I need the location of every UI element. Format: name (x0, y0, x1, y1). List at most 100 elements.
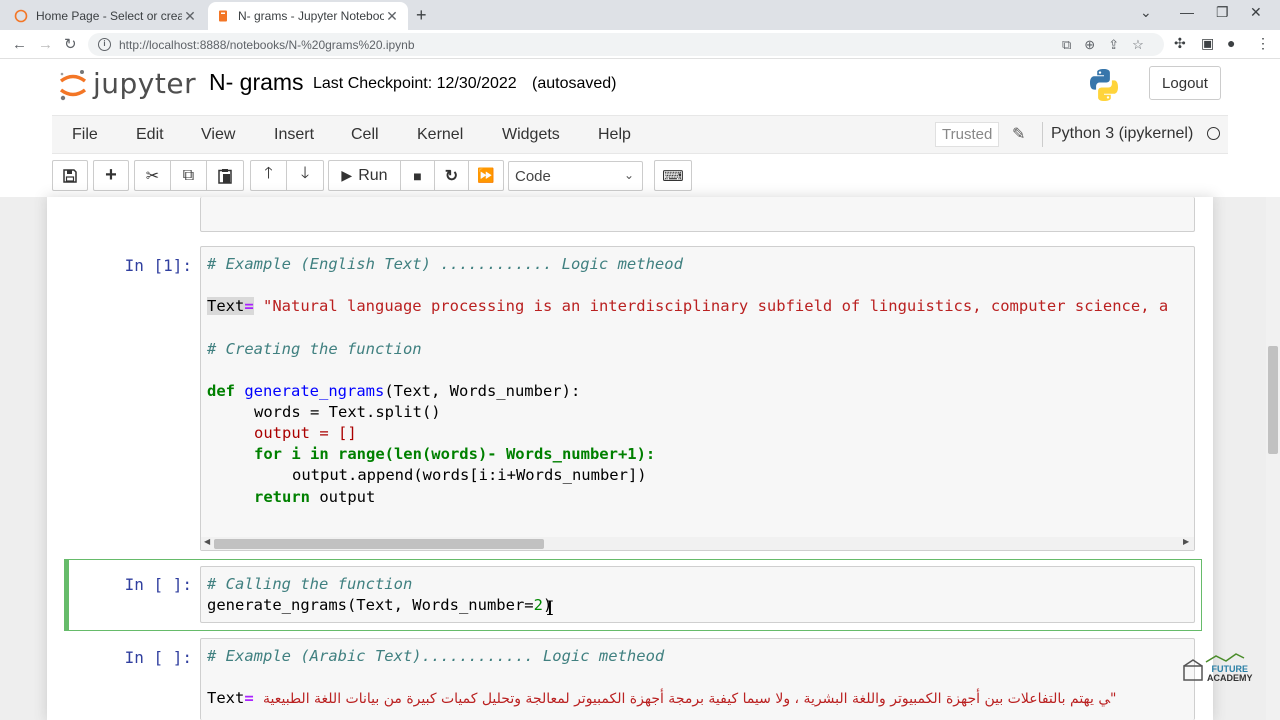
copy-button[interactable]: ⧉ (171, 161, 207, 190)
horizontal-scrollbar-thumb[interactable] (214, 539, 544, 549)
code-line: Text= ﻲ ﻳﻬﺘﻢ ﺑﺎﻟﺘﻔﺎﻋﻼﺕ ﺑﻴﻦ ﺃﺟﻬﺰﺓ ﺍﻟﻜﻤﺒﻴﻮ… (207, 689, 1117, 707)
stop-icon: ■ (413, 167, 422, 184)
restart-icon: ↻ (444, 167, 459, 185)
menu-insert[interactable]: Insert (274, 126, 314, 144)
bookmark-star-icon[interactable]: ☆ (1132, 37, 1144, 53)
code-line: words = Text.split() (254, 403, 441, 421)
watermark-line-2: ACADEMY (1207, 673, 1253, 683)
kernel-idle-indicator-icon (1207, 127, 1220, 140)
side-panel-icon[interactable]: ▣ (1201, 35, 1214, 52)
code-line: # Creating the function (207, 340, 422, 358)
code-line: def generate_ngrams(Text, Words_number): (207, 382, 581, 400)
paste-icon (218, 168, 232, 184)
menu-kernel[interactable]: Kernel (417, 126, 463, 144)
restart-run-all-button[interactable]: ⏩ (469, 161, 503, 190)
browser-tab-notebook[interactable]: N- grams - Jupyter Notebook ✕ (208, 2, 408, 30)
last-checkpoint: Last Checkpoint: 12/30/2022 (313, 75, 517, 92)
previous-cell-input[interactable] (200, 197, 1195, 232)
menu-help[interactable]: Help (598, 126, 631, 144)
browser-menu-icon[interactable]: ⋮ (1256, 35, 1270, 52)
copy-icon: ⧉ (182, 166, 195, 184)
close-window-icon[interactable]: ✕ (1250, 4, 1262, 21)
run-button[interactable]: ▶ Run (329, 161, 401, 190)
save-icon (63, 168, 77, 183)
kernel-name[interactable]: Python 3 (ipykernel) (1051, 125, 1193, 143)
jupyter-brand[interactable]: jupyter (93, 67, 196, 100)
code-line: output.append(words[i:i+Words_number]) (292, 466, 647, 484)
code-cell-input[interactable]: # Calling the function generate_ngrams(T… (200, 566, 1195, 623)
scroll-right-icon[interactable]: ▶ (1183, 537, 1189, 546)
translate-icon[interactable]: ⧉ (1062, 37, 1071, 53)
run-group: ▶ Run ■ ↻ ⏩ (328, 160, 504, 191)
paste-button[interactable] (207, 161, 243, 190)
clipboard-group: ✂ ⧉ (134, 160, 244, 191)
run-label: Run (358, 166, 388, 184)
code-line: # Example (Arabic Text)............ Logi… (207, 647, 665, 665)
url-field[interactable]: i http://localhost:8888/notebooks/N-%20g… (88, 33, 1164, 56)
browser-tab-title: Home Page - Select or create a n (36, 9, 182, 23)
scissors-icon: ✂ (145, 167, 160, 185)
future-academy-watermark: FUTURE ACADEMY (1207, 665, 1253, 683)
code-line: output = [] (254, 424, 357, 442)
profile-avatar-icon[interactable]: ● (1227, 35, 1235, 51)
share-icon[interactable]: ⇪ (1108, 37, 1119, 53)
move-down-button[interactable]: 🡓 (287, 161, 323, 190)
code-line: # Example (English Text) ............ Lo… (207, 255, 683, 273)
jupyter-logo-icon[interactable] (58, 68, 88, 102)
restart-button[interactable]: ↻ (435, 161, 469, 190)
code-line: return output (254, 488, 376, 506)
code-line: Text= "Natural language processing is an… (207, 297, 1169, 315)
back-icon[interactable]: ← (12, 36, 27, 53)
browser-tab-title: N- grams - Jupyter Notebook (238, 9, 384, 23)
extensions-icon[interactable]: ✣ (1174, 35, 1186, 52)
close-tab-icon[interactable]: ✕ (182, 8, 198, 25)
cut-button[interactable]: ✂ (135, 161, 171, 190)
move-up-button[interactable]: 🡑 (251, 161, 287, 190)
text-cursor-icon: Ι (546, 596, 554, 620)
cell-prompt: In [1]: (124, 256, 192, 275)
notebook-favicon-icon (219, 10, 227, 22)
insert-cell-button[interactable]: + (93, 160, 129, 191)
code-cell-input[interactable]: # Example (English Text) ............ Lo… (200, 246, 1195, 551)
minimize-icon[interactable]: — (1180, 4, 1194, 20)
tab-search-icon[interactable]: ⌄ (1140, 4, 1152, 21)
cell-type-select[interactable]: Code ⌄ (508, 161, 643, 191)
fast-forward-icon: ⏩ (477, 167, 495, 183)
menu-file[interactable]: File (72, 126, 98, 144)
site-info-icon[interactable]: i (98, 38, 111, 51)
zoom-icon[interactable]: ⊕ (1084, 37, 1095, 53)
code-line: for i in range(len(words)- Words_number+… (254, 445, 656, 463)
plus-icon: + (105, 164, 117, 186)
code-cell-input[interactable]: # Example (Arabic Text)............ Logi… (200, 638, 1195, 720)
menu-edit[interactable]: Edit (136, 126, 164, 144)
menu-widgets[interactable]: Widgets (502, 126, 560, 144)
jupyter-favicon-icon (14, 9, 28, 23)
python-logo-icon (1090, 69, 1118, 101)
autosave-status: (autosaved) (532, 75, 617, 92)
new-tab-button[interactable]: + (416, 5, 427, 26)
cell-prompt: In [ ]: (124, 648, 192, 667)
menu-cell[interactable]: Cell (351, 126, 379, 144)
close-tab-icon[interactable]: ✕ (384, 8, 400, 25)
play-icon: ▶ (341, 167, 353, 183)
browser-tab-home[interactable]: Home Page - Select or create a n ✕ (6, 2, 206, 30)
edit-mode-pencil-icon: ✎ (1012, 126, 1026, 143)
cell-type-value: Code (515, 167, 551, 185)
notebook-name[interactable]: N- grams (209, 69, 304, 96)
trusted-indicator[interactable]: Trusted (935, 122, 1000, 147)
menu-view[interactable]: View (201, 126, 235, 144)
code-line: # Calling the function (207, 575, 413, 593)
command-palette-button[interactable]: ⌨ (654, 160, 692, 191)
logout-button[interactable]: Logout (1149, 66, 1221, 100)
arrow-up-icon: 🡑 (264, 165, 273, 182)
chevron-down-icon: ⌄ (623, 168, 634, 182)
interrupt-button[interactable]: ■ (401, 161, 435, 190)
reload-icon[interactable]: ↻ (64, 35, 77, 53)
save-button[interactable] (52, 160, 88, 191)
vertical-scrollbar-thumb[interactable] (1268, 346, 1278, 454)
vertical-scrollbar[interactable] (1266, 197, 1280, 720)
code-line: generate_ngrams(Text, Words_number=2) (207, 596, 553, 614)
scroll-left-icon[interactable]: ◀ (204, 537, 210, 546)
forward-icon[interactable]: → (38, 36, 53, 53)
maximize-icon[interactable]: ❐ (1216, 4, 1229, 21)
